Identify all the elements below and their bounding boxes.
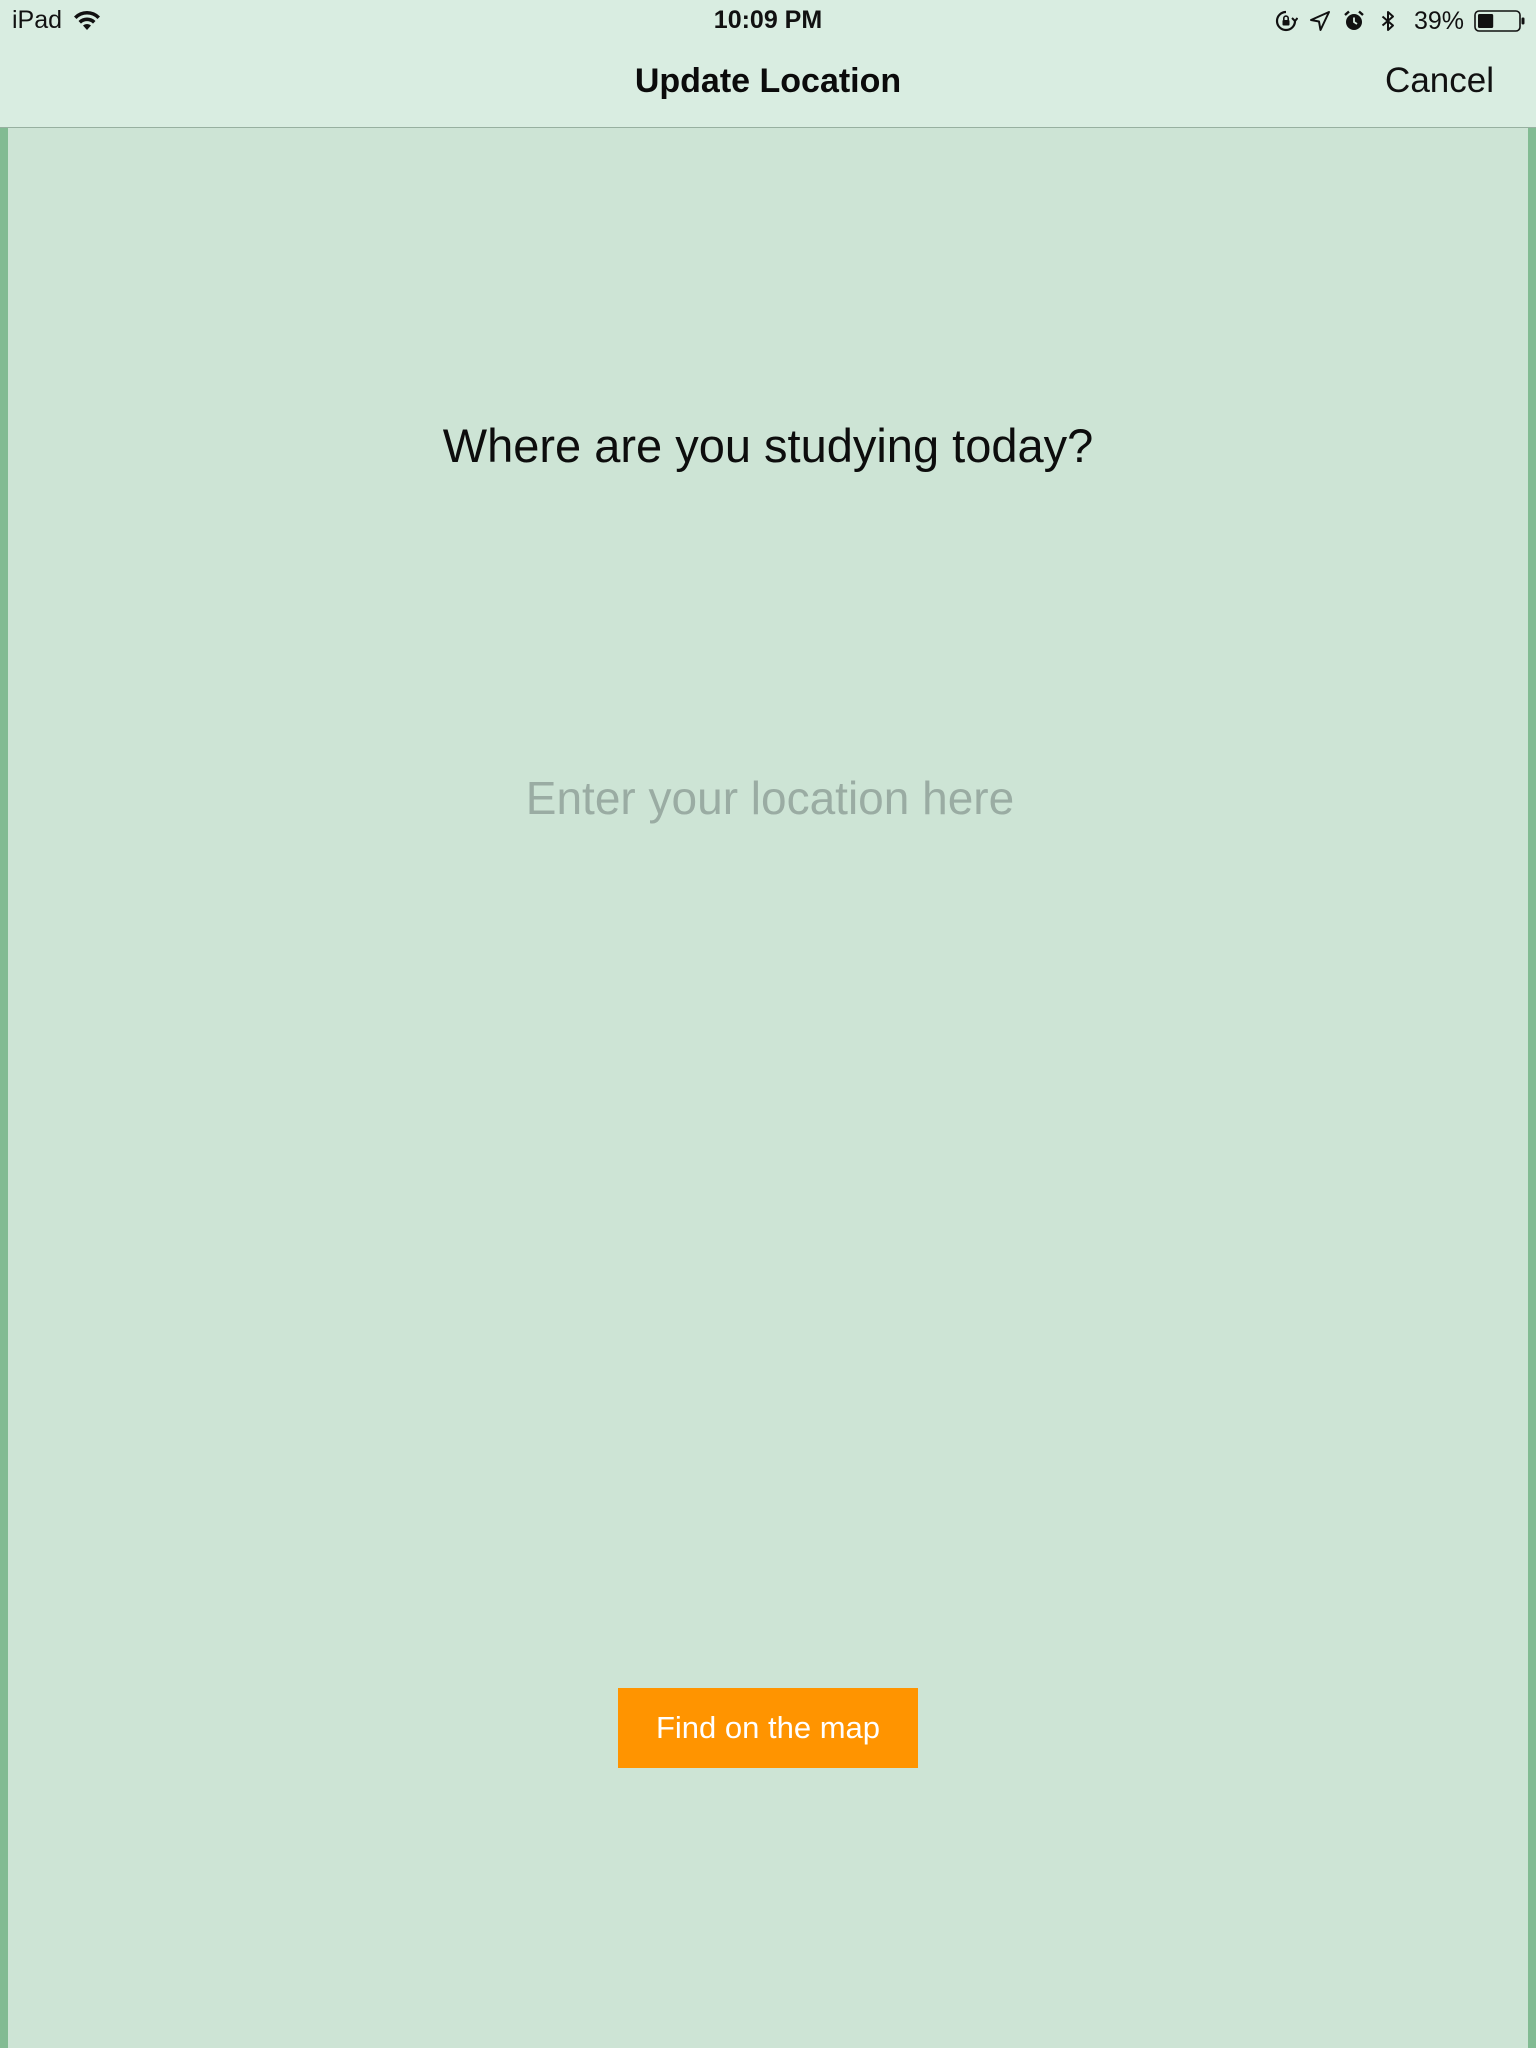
status-bar: iPad 10:09 PM 39% — [0, 0, 1536, 40]
location-input[interactable] — [418, 762, 1122, 834]
question-heading: Where are you studying today? — [442, 419, 1094, 472]
battery-icon — [1474, 10, 1525, 32]
battery-percent: 39% — [1413, 6, 1464, 35]
location-arrow-icon — [1309, 11, 1330, 31]
status-indicators: 39% — [1274, 6, 1526, 36]
screen: iPad 10:09 PM 39% Update Location Cancel… — [0, 0, 1536, 2048]
page-title: Update Location — [634, 62, 902, 100]
alarm-icon — [1344, 10, 1364, 30]
find-on-map-button[interactable]: Find on the map — [618, 1688, 918, 1768]
header: iPad 10:09 PM 39% Update Location Cancel — [0, 0, 1536, 128]
sheet-edge-left — [0, 128, 8, 2048]
sheet-edge-right — [1528, 128, 1536, 2048]
bluetooth-icon — [1381, 11, 1394, 31]
cancel-button[interactable]: Cancel — [1385, 61, 1494, 101]
rotation-lock-icon — [1275, 10, 1298, 32]
